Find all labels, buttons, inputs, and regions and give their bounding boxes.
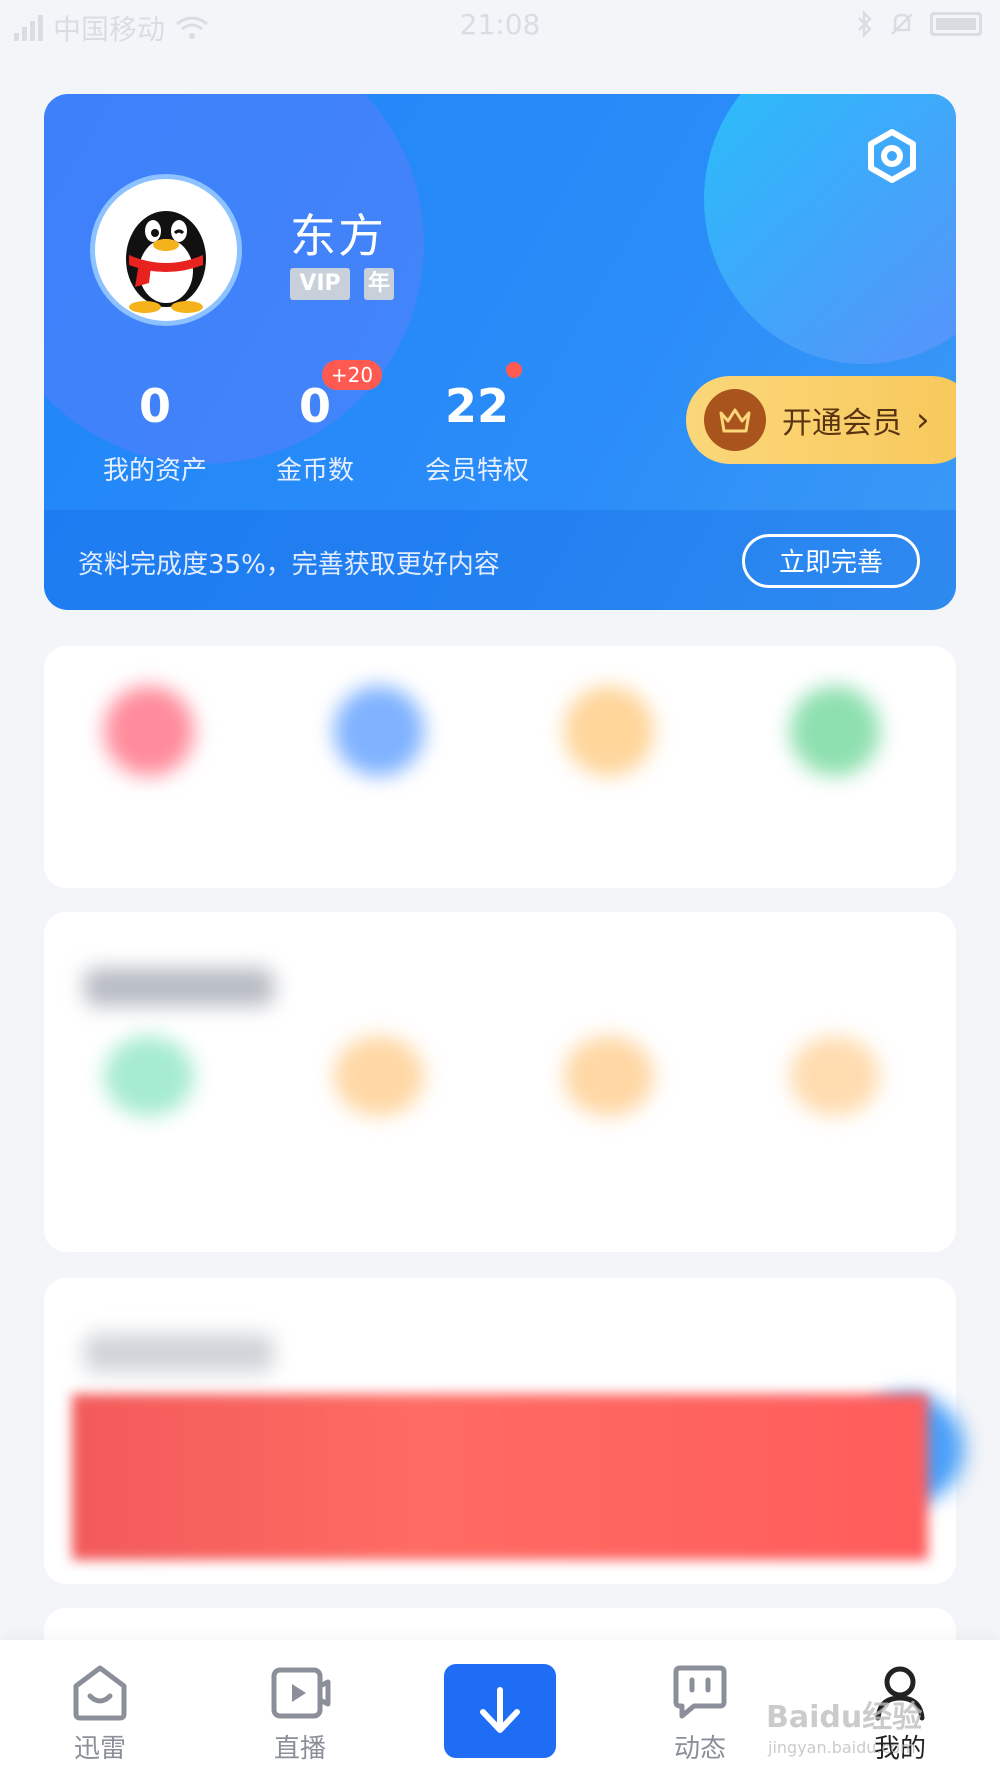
shortcut-section: [44, 646, 956, 888]
blurred-icon[interactable]: [564, 1036, 654, 1116]
assets-value: 0: [138, 379, 171, 433]
notification-dot: [506, 362, 522, 378]
nav-home[interactable]: 迅雷: [40, 1662, 160, 1765]
bluetooth-icon: [858, 10, 872, 38]
vip-badge: VIP: [290, 268, 350, 300]
blurred-title: [84, 968, 274, 1006]
blurred-icon[interactable]: [334, 686, 424, 776]
blurred-icon[interactable]: [790, 686, 880, 776]
home-icon: [73, 1665, 127, 1721]
privileges-label: 会员特权: [424, 456, 529, 486]
coins-plus-badge: +20: [322, 360, 382, 390]
nav-live[interactable]: 直播: [240, 1662, 360, 1765]
bottom-nav: 迅雷 直播 动态 我的 Baidu经验 jingyan.baidu.com: [0, 1640, 1000, 1778]
year-badge: 年: [364, 268, 394, 300]
status-right: [856, 10, 982, 38]
nav-home-label: 迅雷: [73, 1734, 126, 1764]
blurred-icon[interactable]: [104, 1036, 194, 1116]
open-vip-button[interactable]: 开通会员 ›: [686, 376, 956, 464]
promo-banner[interactable]: [72, 1394, 928, 1560]
blurred-icon[interactable]: [790, 1036, 880, 1116]
watermark-sub: jingyan.baidu.com: [768, 1738, 916, 1757]
video-icon: [271, 1667, 331, 1719]
stat-assets[interactable]: 0 我的资产: [70, 380, 240, 487]
blurred-icon[interactable]: [564, 686, 654, 776]
settings-icon[interactable]: [862, 126, 922, 186]
nav-live-label: 直播: [273, 1734, 326, 1764]
services-section: [44, 912, 956, 1252]
status-bar: 中国移动 21:08: [0, 0, 1000, 52]
nav-moments[interactable]: 动态: [640, 1662, 760, 1765]
mute-bell-icon: [891, 13, 913, 35]
profile-completion-text: 资料完成度35%，完善获取更好内容: [78, 550, 500, 580]
open-vip-label: 开通会员: [782, 406, 902, 441]
avatar[interactable]: [90, 174, 242, 326]
assets-label: 我的资产: [102, 456, 207, 486]
blurred-icon[interactable]: [334, 1036, 424, 1116]
download-icon: [480, 1687, 520, 1733]
watermark: Baidu经验: [766, 1700, 923, 1735]
clock: 21:08: [459, 8, 541, 41]
battery-icon: [930, 12, 982, 36]
crown-icon: [704, 389, 766, 451]
stat-coins[interactable]: 0 金币数: [230, 380, 400, 487]
blurred-icon[interactable]: [104, 686, 194, 776]
blurred-title: [84, 1334, 274, 1372]
complete-profile-button[interactable]: 立即完善: [742, 534, 920, 588]
stat-privileges[interactable]: 22 会员特权: [392, 380, 562, 487]
privileges-value: 22: [444, 379, 509, 433]
profile-card: 东方 VIP 年 0 我的资产 0 金币数 +20 22 会员特权 开通会员 ›…: [44, 94, 956, 610]
coins-label: 金币数: [275, 456, 354, 486]
username: 东方: [290, 209, 386, 263]
chevron-right-icon: ›: [916, 400, 930, 440]
penguin-avatar-icon: [126, 211, 206, 313]
nav-moments-label: 动态: [673, 1734, 726, 1764]
chat-icon: [673, 1665, 727, 1719]
download-button[interactable]: [444, 1664, 556, 1758]
